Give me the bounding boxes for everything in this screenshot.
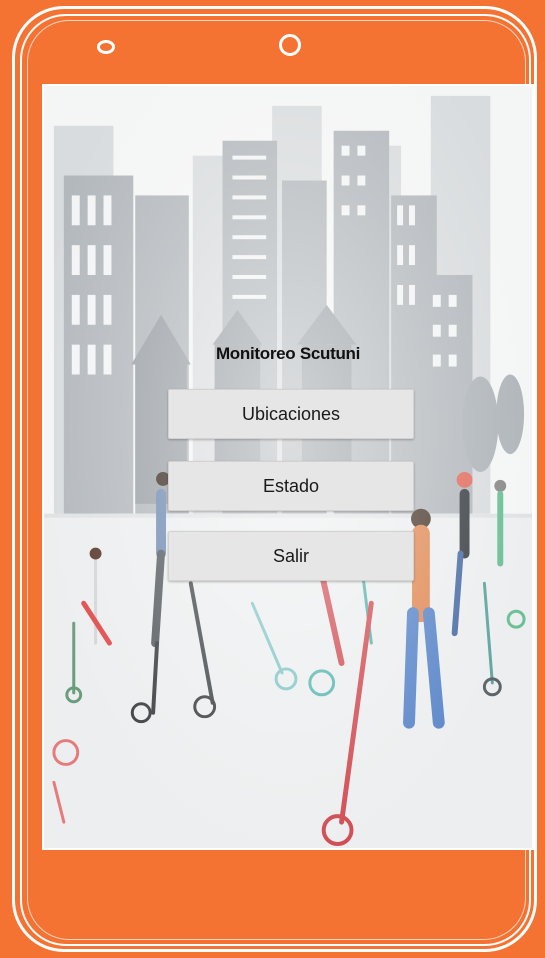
- speaker-slot-icon: [97, 40, 115, 54]
- front-camera-icon: [279, 34, 301, 56]
- estado-button[interactable]: Estado: [168, 461, 414, 511]
- phone-frame: Monitoreo Scutuni Ubicaciones Estado Sal…: [0, 0, 545, 958]
- app-screen: Monitoreo Scutuni Ubicaciones Estado Sal…: [42, 84, 534, 850]
- main-menu: Monitoreo Scutuni Ubicaciones Estado Sal…: [44, 86, 532, 848]
- salir-button[interactable]: Salir: [168, 531, 414, 581]
- ubicaciones-button[interactable]: Ubicaciones: [168, 389, 414, 439]
- app-title: Monitoreo Scutuni: [215, 344, 361, 363]
